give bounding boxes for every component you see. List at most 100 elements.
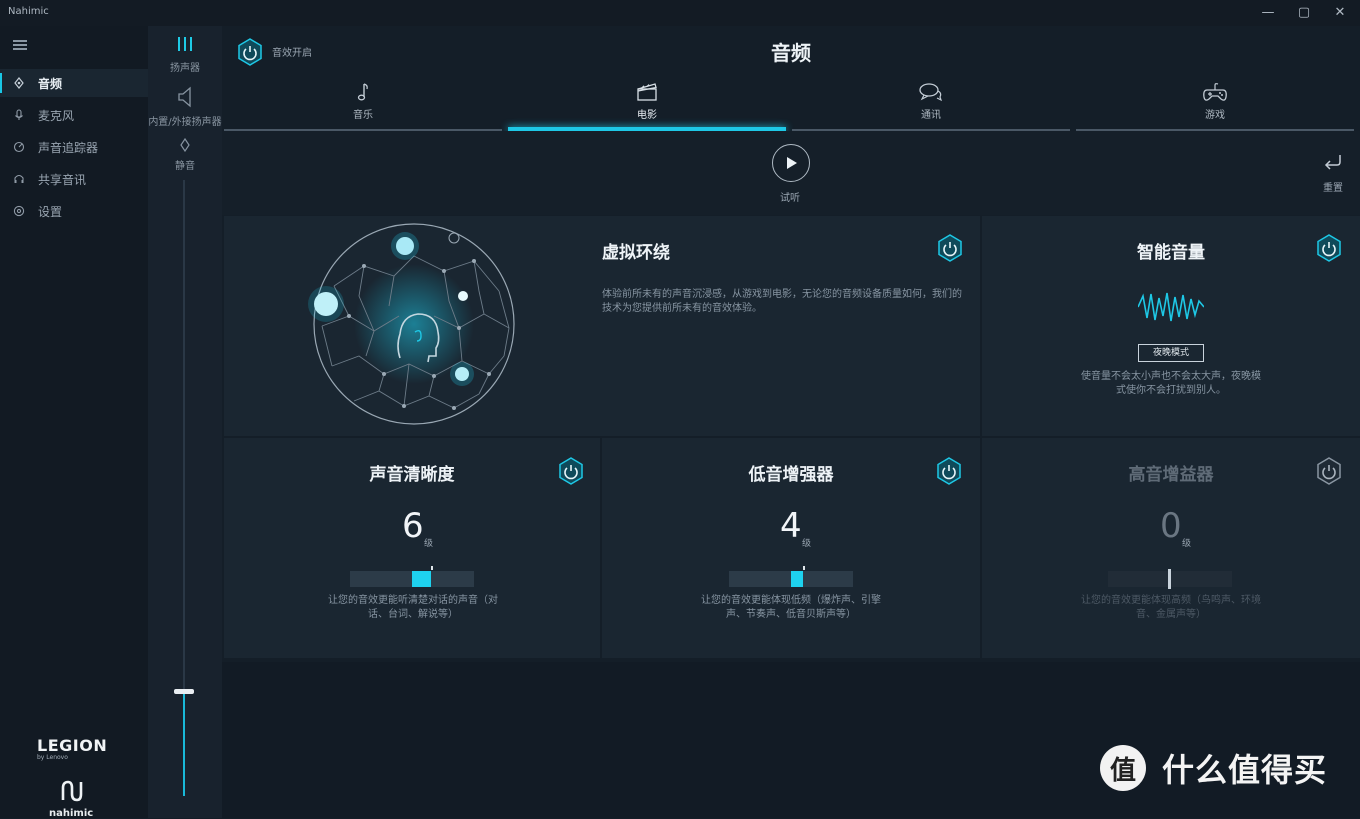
app-title: Nahimic (8, 6, 49, 17)
bass-boost-value: 4 (780, 506, 802, 546)
power-icon (1317, 457, 1341, 485)
treble-boost-slider[interactable] (1108, 569, 1232, 589)
menu-icon[interactable] (13, 40, 27, 50)
waveform-icon (1137, 290, 1205, 328)
sidebar-item-sound-sharing[interactable]: 共享音讯 (0, 165, 148, 193)
maximize-button[interactable]: ▢ (1289, 4, 1319, 22)
surround-sphere-illustration (304, 216, 524, 436)
bass-boost-slider-marker (803, 566, 805, 570)
page-title: 音频 (771, 41, 811, 65)
bass-boost-unit: 级 (802, 539, 812, 549)
sidebar-item-label: 设置 (38, 204, 63, 219)
treble-boost-toggle[interactable] (1315, 457, 1343, 485)
speaker-bars-icon (148, 34, 222, 59)
bass-boost-panel: 低音增强器 4 级 让您的音效更能体现低频（爆炸声、引擎声、节奏声、低音贝斯声等… (602, 438, 980, 658)
volume-slider[interactable] (174, 180, 194, 796)
voice-clarity-unit: 级 (424, 539, 434, 549)
smart-volume-title: 智能音量 (1137, 243, 1205, 263)
header: 音效开启 音频 (222, 26, 1360, 80)
bass-boost-desc: 让您的音效更能体现低频（爆炸声、引擎声、节奏声、低音贝斯声等） (701, 595, 881, 620)
sidebar-item-label: 音频 (38, 76, 63, 91)
sound-sharing-icon (12, 172, 26, 186)
voice-clarity-panel: 声音清晰度 6 级 让您的音效更能听清楚对话的声音（对话、台词、解说等） (224, 438, 600, 658)
reset-label: 重置 (1323, 183, 1343, 194)
virtual-surround-title: 虚拟环绕 (602, 243, 670, 263)
tab-movie[interactable]: 电影 (506, 76, 788, 131)
reset-icon[interactable] (1320, 153, 1346, 176)
voice-clarity-slider-fill (412, 571, 431, 587)
treble-boost-title: 高音增益器 (1128, 465, 1214, 485)
audio-icon (12, 76, 26, 90)
smart-volume-mode[interactable]: 夜晚模式 (1138, 344, 1204, 362)
tab-label: 游戏 (1205, 110, 1225, 121)
bass-boost-toggle[interactable] (935, 457, 963, 485)
volume-slider-thumb[interactable] (174, 689, 194, 694)
virtual-surround-panel: 虚拟环绕 体验前所未有的声音沉浸感，从游戏到电影，无论您的音频设备质量如何，我们… (224, 216, 980, 436)
sidebar-item-audio[interactable]: 音频 (0, 69, 148, 97)
empty-area (222, 662, 1360, 818)
sidebar-item-settings[interactable]: 设置 (0, 197, 148, 225)
tab-label: 音乐 (353, 110, 373, 121)
music-note-icon (222, 82, 504, 106)
speaker-icon (148, 86, 222, 113)
output-mute[interactable]: 静音 (148, 136, 222, 172)
treble-boost-unit: 级 (1182, 539, 1192, 549)
smart-volume-panel: 智能音量 夜晚模式 使音量不会太小声也不会太大声，夜晚模式使你不会打扰到别人。 (982, 216, 1360, 436)
microphone-icon (12, 108, 26, 122)
play-icon (787, 157, 797, 169)
sidebar-item-microphone[interactable]: 麦克风 (0, 101, 148, 129)
main-content: 音效开启 音频 音乐 电影 通讯 游戏 试听 重置 虚拟环绕 体验前所未有的声音… (222, 26, 1360, 818)
sidebar: 音频 麦克风 声音追踪器 共享音讯 设置 LEGION by Lenovo na… (0, 26, 148, 819)
watermark-text: 什么值得买 (1162, 751, 1328, 789)
sidebar-item-label: 麦克风 (38, 108, 75, 123)
bass-boost-title: 低音增强器 (748, 465, 834, 485)
voice-clarity-value: 6 (402, 506, 424, 546)
treble-boost-slider-thumb[interactable] (1168, 569, 1171, 589)
sidebar-item-label: 共享音讯 (38, 172, 87, 187)
tab-label: 通讯 (921, 110, 941, 121)
minimize-button[interactable]: — (1253, 4, 1283, 22)
smart-volume-desc: 使音量不会太小声也不会太大声，夜晚模式使你不会打扰到别人。 (1081, 371, 1261, 396)
power-icon (937, 457, 961, 485)
power-icon (1317, 234, 1341, 262)
tab-game[interactable]: 游戏 (1074, 76, 1356, 131)
virtual-surround-toggle[interactable] (936, 234, 964, 262)
preview-bar: 试听 重置 (222, 131, 1360, 215)
tab-label: 电影 (637, 110, 657, 121)
bass-boost-slider[interactable] (729, 566, 853, 587)
output-builtin-speaker[interactable]: 内置/外接扬声器 (148, 86, 222, 128)
tab-music[interactable]: 音乐 (222, 76, 504, 131)
power-icon (559, 457, 583, 485)
watermark-badge: 值 (1100, 745, 1146, 791)
tab-communication[interactable]: 通讯 (790, 76, 1072, 131)
watermark: 值 什么值得买 (1100, 745, 1327, 791)
output-label: 扬声器 (170, 63, 200, 74)
title-bar: Nahimic — ▢ ✕ (0, 0, 1360, 26)
nahimic-logo-text: nahimic (49, 808, 94, 819)
smart-volume-toggle[interactable] (1315, 234, 1343, 262)
legion-logo: LEGION (37, 736, 108, 755)
sound-tracker-icon (12, 140, 26, 154)
settings-icon (12, 204, 26, 218)
chat-icon (790, 82, 1072, 106)
output-device-column: 扬声器 内置/外接扬声器 静音 (148, 26, 222, 818)
output-speaker-bars[interactable]: 扬声器 (148, 34, 222, 74)
voice-clarity-slider[interactable] (350, 566, 474, 587)
voice-clarity-desc: 让您的音效更能听清楚对话的声音（对话、台词、解说等） (328, 595, 498, 620)
play-preview-label: 试听 (780, 193, 800, 204)
close-button[interactable]: ✕ (1325, 4, 1355, 22)
voice-clarity-slider-marker (431, 566, 433, 570)
treble-boost-desc: 让您的音效更能体现高频（鸟鸣声、环境音、金属声等） (1081, 595, 1261, 620)
sidebar-item-sound-tracker[interactable]: 声音追踪器 (0, 133, 148, 161)
profile-tabs: 音乐 电影 通讯 游戏 (222, 76, 1360, 131)
bass-boost-slider-fill (791, 571, 803, 587)
output-label: 静音 (175, 161, 195, 172)
legion-logo-sub: by Lenovo (37, 754, 68, 761)
treble-boost-panel: 高音增益器 0 级 让您的音效更能体现高频（鸟鸣声、环境音、金属声等） (982, 438, 1360, 658)
volume-slider-fill (183, 691, 185, 796)
sidebar-item-label: 声音追踪器 (38, 140, 99, 155)
power-icon (938, 234, 962, 262)
voice-clarity-toggle[interactable] (557, 457, 585, 485)
play-preview-button[interactable] (772, 144, 810, 182)
virtual-surround-desc: 体验前所未有的声音沉浸感，从游戏到电影，无论您的音频设备质量如何，我们的技术为您… (602, 289, 962, 314)
